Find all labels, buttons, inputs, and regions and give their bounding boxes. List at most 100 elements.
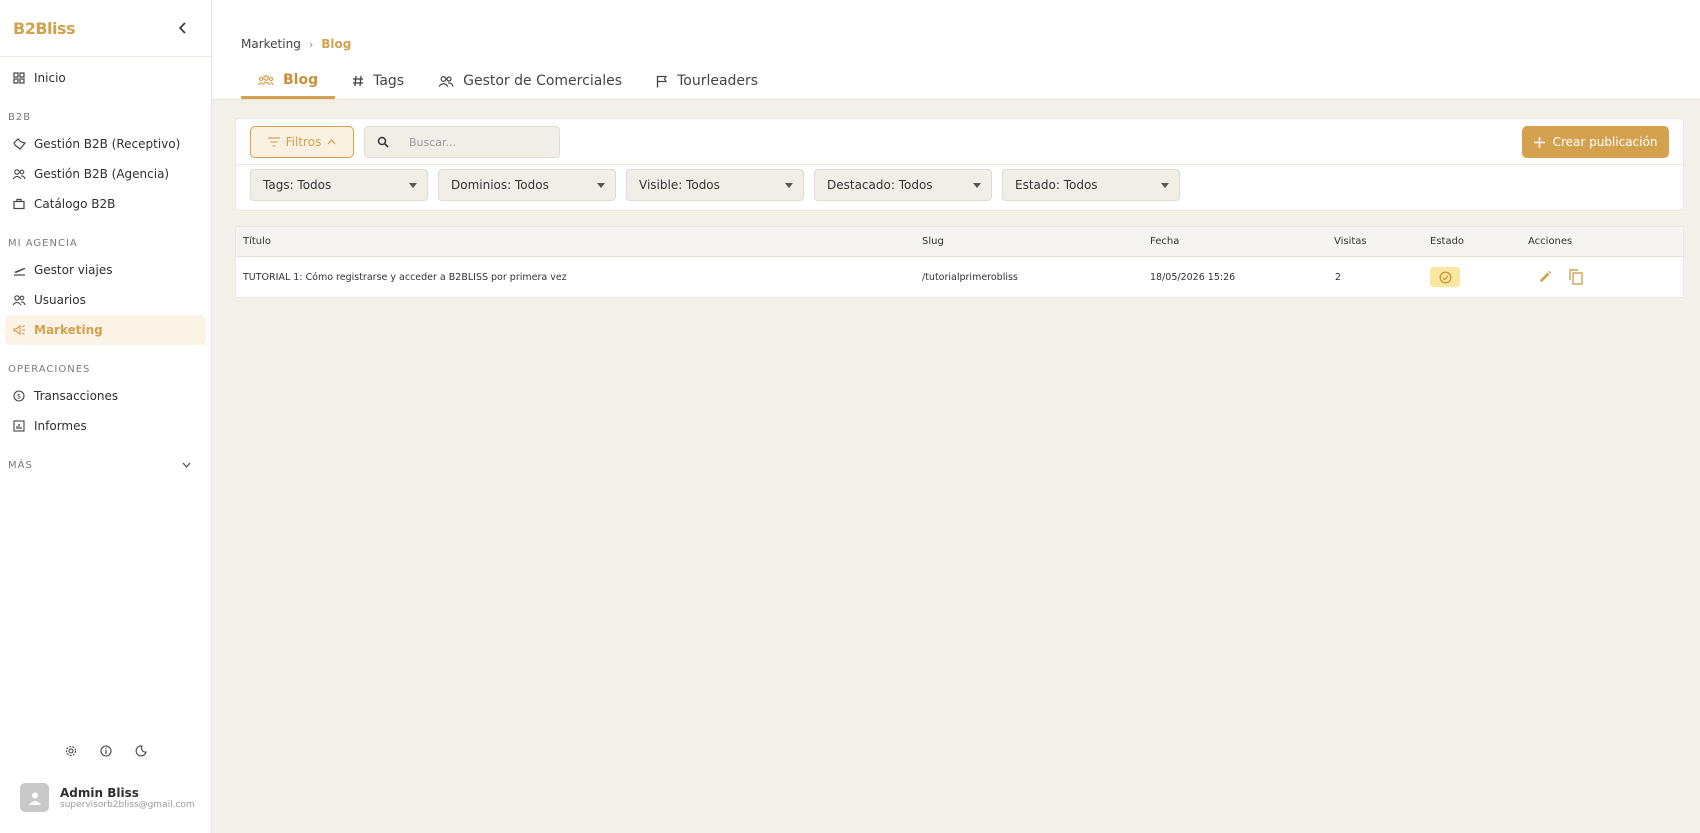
sidebar-item-transacciones[interactable]: $ Transacciones xyxy=(5,381,206,411)
column-header-fecha[interactable]: Fecha xyxy=(1150,227,1179,256)
filter-panel: Filtros Crear publicación Tags: Todos Do… xyxy=(235,118,1684,211)
sidebar-item-label: Gestión B2B (Agencia) xyxy=(34,167,170,181)
users-icon xyxy=(12,167,26,181)
group-icon xyxy=(12,293,26,307)
tab-tags[interactable]: Tags xyxy=(335,63,421,99)
dark-mode-icon[interactable] xyxy=(133,743,149,759)
column-header-acciones: Acciones xyxy=(1528,236,1573,247)
report-icon xyxy=(12,419,26,433)
sidebar-item-label: Gestor viajes xyxy=(34,263,113,277)
breadcrumb-marketing[interactable]: Marketing xyxy=(241,37,301,51)
dropdown-arrow-icon xyxy=(409,182,417,188)
select-value: Dominios: Todos xyxy=(451,178,549,192)
sidebar-item-label: Transacciones xyxy=(34,389,119,403)
create-post-button[interactable]: Crear publicación xyxy=(1522,126,1669,158)
brand-logo[interactable]: B2Bliss xyxy=(13,19,76,38)
settings-icon[interactable] xyxy=(63,743,79,759)
sidebar-item-label: Inicio xyxy=(34,71,66,85)
cell-fecha: 18/05/2026 15:26 xyxy=(1150,271,1236,283)
people-icon xyxy=(438,75,454,87)
select-value: Destacado: Todos xyxy=(827,178,933,192)
column-header-visitas[interactable]: Visitas xyxy=(1334,227,1367,256)
sidebar-nav: Inicio B2B Gestión B2B (Receptivo) Gesti… xyxy=(0,57,211,475)
sidebar-item-gestor-viajes[interactable]: Gestor viajes xyxy=(5,255,206,285)
flag-icon xyxy=(656,75,668,88)
filters-label: Filtros xyxy=(285,135,322,149)
info-icon[interactable] xyxy=(98,743,114,759)
sidebar-item-marketing[interactable]: Marketing xyxy=(5,315,206,345)
select-value: Estado: Todos xyxy=(1015,178,1098,192)
person-icon xyxy=(28,792,41,805)
search-input[interactable] xyxy=(409,135,539,149)
sidebar-item-usuarios[interactable]: Usuarios xyxy=(5,285,206,315)
cell-acciones-copy xyxy=(1569,257,1583,297)
filters-toggle-button[interactable]: Filtros xyxy=(250,126,354,158)
user-profile[interactable]: Admin Bliss supervisorb2bliss@gmail.com xyxy=(20,783,195,812)
tab-label: Blog xyxy=(283,71,319,88)
cell-slug: /tutorialprimerobliss xyxy=(922,271,1018,283)
section-toggle-mas[interactable]: MÁS xyxy=(0,455,211,475)
hashtag-icon xyxy=(352,75,364,87)
avatar xyxy=(20,783,49,812)
create-post-label: Crear publicación xyxy=(1552,135,1658,149)
tab-label: Tags xyxy=(373,73,405,89)
filter-toolbar: Filtros Crear publicación xyxy=(236,119,1683,165)
dropdown-arrow-icon xyxy=(1161,182,1169,188)
filter-dominios-select[interactable]: Dominios: Todos xyxy=(438,169,616,201)
chevron-right-icon: › xyxy=(308,37,314,51)
sidebar-item-label: Gestión B2B (Receptivo) xyxy=(34,137,181,151)
user-name: Admin Bliss xyxy=(60,785,139,800)
sidebar: B2Bliss Inicio B2B Gestión B2B (Receptiv… xyxy=(0,0,212,833)
section-label-mi-agencia: MI AGENCIA xyxy=(8,237,78,249)
cell-acciones xyxy=(1538,257,1552,297)
filter-destacado-select[interactable]: Destacado: Todos xyxy=(814,169,992,201)
tab-tourleaders[interactable]: Tourleaders xyxy=(639,63,775,99)
collapse-sidebar-button[interactable] xyxy=(175,20,191,36)
page-header: Marketing › Blog Blog Tags Gestor de Com… xyxy=(212,0,1700,100)
filter-visible-select[interactable]: Visible: Todos xyxy=(626,169,804,201)
edit-icon[interactable] xyxy=(1538,270,1552,284)
campaign-icon xyxy=(12,323,26,337)
breadcrumb-blog: Blog xyxy=(321,37,352,51)
copy-icon[interactable] xyxy=(1569,269,1583,285)
briefcase-icon xyxy=(12,197,26,211)
chevron-up-icon xyxy=(327,139,336,145)
search-icon xyxy=(377,136,389,148)
table-row[interactable]: TUTORIAL 1: Cómo registrarse y acceder a… xyxy=(236,257,1683,297)
sidebar-item-informes[interactable]: Informes xyxy=(5,411,206,441)
sidebar-item-label: Marketing xyxy=(34,323,103,337)
dropdown-arrow-icon xyxy=(597,182,605,188)
column-header-titulo[interactable]: Título xyxy=(243,227,271,256)
filter-estado-select[interactable]: Estado: Todos xyxy=(1002,169,1180,201)
cell-visitas: 2 xyxy=(1335,271,1342,283)
tab-bar: Blog Tags Gestor de Comerciales Tourlead… xyxy=(241,63,775,99)
dollar-circle-icon: $ xyxy=(12,389,26,403)
dropdown-arrow-icon xyxy=(785,182,793,188)
search-box xyxy=(364,126,560,158)
cell-titulo: TUTORIAL 1: Cómo registrarse y acceder a… xyxy=(243,271,567,283)
sidebar-item-catalogo[interactable]: Catálogo B2B xyxy=(5,189,206,219)
select-value: Tags: Todos xyxy=(263,178,332,192)
groups-icon xyxy=(258,74,274,86)
sidebar-item-gestion-receptivo[interactable]: Gestión B2B (Receptivo) xyxy=(5,129,206,159)
status-badge xyxy=(1430,267,1460,287)
flight-takeoff-icon xyxy=(12,263,26,277)
cell-estado xyxy=(1430,257,1460,297)
filter-icon xyxy=(267,137,280,147)
tab-blog[interactable]: Blog xyxy=(241,63,336,99)
check-circle-icon xyxy=(1439,271,1451,283)
sidebar-item-gestion-agencia[interactable]: Gestión B2B (Agencia) xyxy=(5,159,206,189)
section-label-operaciones: OPERACIONES xyxy=(8,363,91,375)
column-header-estado[interactable]: Estado xyxy=(1430,227,1464,256)
dropdown-arrow-icon xyxy=(973,182,981,188)
user-email: supervisorb2bliss@gmail.com xyxy=(60,799,195,810)
sidebar-item-inicio[interactable]: Inicio xyxy=(5,63,206,93)
chevron-left-icon xyxy=(178,22,186,34)
svg-text:$: $ xyxy=(17,393,21,401)
chevron-down-icon xyxy=(182,462,191,468)
column-header-slug[interactable]: Slug xyxy=(922,227,944,256)
sidebar-footer-icons xyxy=(0,743,212,759)
filter-tags-select[interactable]: Tags: Todos xyxy=(250,169,428,201)
tab-gestor-comerciales[interactable]: Gestor de Comerciales xyxy=(421,63,639,99)
tab-label: Tourleaders xyxy=(677,73,759,89)
